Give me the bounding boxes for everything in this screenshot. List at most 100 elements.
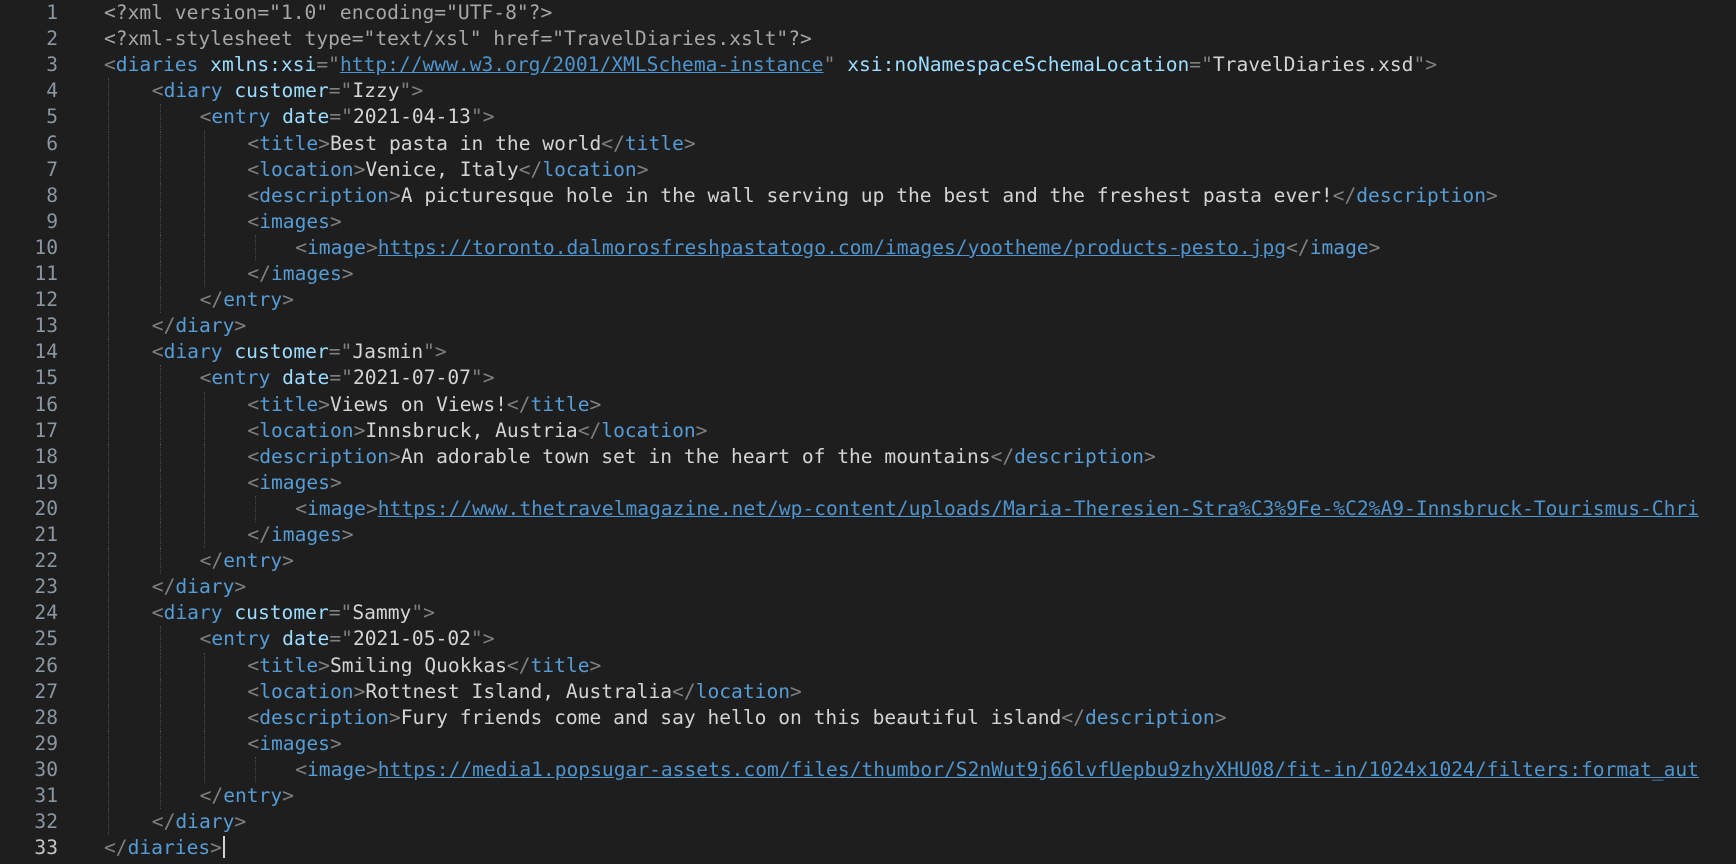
code-line[interactable]: 25 <entry date="2021-05-02">	[0, 626, 1736, 653]
attribute-value: Sammy	[352, 601, 412, 625]
tag-name: description	[1084, 705, 1215, 729]
code-line[interactable]: 15 <entry date="2021-07-07">	[0, 365, 1736, 392]
punctuation: >	[318, 131, 330, 155]
code-text: <image>https://www.thetravelmagazine.net…	[295, 496, 1718, 522]
code-line[interactable]: 10 <image>https://toronto.dalmorosfreshpa…	[0, 234, 1736, 261]
tag-name: diaries	[115, 53, 199, 77]
line-number: 14	[34, 340, 58, 364]
code-line[interactable]: 24 <diary customer="Sammy">	[0, 600, 1736, 627]
tag-name: images	[259, 209, 330, 233]
punctuation: <	[247, 209, 260, 233]
code-line[interactable]: 3 <diaries xmlns:xsi="http://www.w3.org/2…	[0, 52, 1736, 78]
line-number: 2	[46, 27, 58, 51]
indent-guide	[108, 339, 109, 366]
code-line[interactable]: 22 </entry>	[0, 548, 1736, 575]
code-line[interactable]: 1 <?xml version="1.0" encoding="UTF-8"?>	[0, 0, 1736, 26]
code-text: <diary customer="Izzy">	[152, 78, 1718, 104]
punctuation: >	[1368, 235, 1381, 259]
code-line[interactable]: 29 <images>	[0, 730, 1736, 757]
text-content: Fury friends come and say hello on this …	[400, 705, 1062, 729]
punctuation: ="	[1189, 53, 1213, 77]
code-text: <diary customer="Jasmin">	[152, 339, 1718, 365]
code-line[interactable]: 14 <diary customer="Jasmin">	[0, 339, 1736, 366]
code-editor[interactable]: 1 <?xml version="1.0" encoding="UTF-8"?> 2…	[0, 0, 1736, 864]
code-line[interactable]: 17 <location>Innsbruck, Austria</location…	[0, 417, 1736, 444]
line-number: 22	[34, 549, 58, 573]
punctuation: >	[341, 523, 354, 546]
tag-name: diary	[175, 314, 235, 338]
punctuation: ">	[470, 627, 495, 651]
code-line[interactable]: 16 <title>Views on Views!</title>	[0, 391, 1736, 418]
code-line[interactable]: 11 </images>	[0, 261, 1736, 287]
code-line[interactable]: 9 <images>	[0, 208, 1736, 235]
code-line[interactable]: 5 <entry date="2021-04-13">	[0, 104, 1736, 131]
code-line[interactable]: 6 <title>Best pasta in the world</title>	[0, 130, 1736, 157]
code-line[interactable]: 8 <description>A picturesque hole in the …	[0, 182, 1736, 209]
tag-name: images	[259, 470, 330, 494]
code-line[interactable]: 4 <diary customer="Izzy">	[0, 78, 1736, 105]
text-content	[270, 627, 282, 650]
code-text: </diary>	[152, 809, 1718, 835]
code-text: </images>	[247, 522, 1718, 548]
tag-name: description	[259, 705, 389, 729]
punctuation: >	[683, 131, 696, 155]
code-line[interactable]: 32 </diary>	[0, 809, 1736, 836]
code-line[interactable]: 7 <location>Venice, Italy</location>	[0, 156, 1736, 183]
code-line[interactable]: 33 </diaries>	[0, 835, 1736, 861]
punctuation: ="	[329, 627, 353, 651]
code-line[interactable]: 13 </diary>	[0, 313, 1736, 340]
code-text: <title>Best pasta in the world</title>	[247, 131, 1718, 157]
url-link[interactable]: https://media1.popsugar-assets.com/files…	[378, 758, 1699, 781]
punctuation: ="	[328, 340, 353, 364]
attribute-name: date	[282, 105, 330, 129]
punctuation: >	[282, 784, 294, 807]
punctuation: ">	[399, 79, 424, 103]
line-number: 28	[34, 705, 58, 729]
code-line[interactable]: 28 <description>Fury friends come and say…	[0, 704, 1736, 731]
punctuation: >	[341, 262, 354, 285]
code-text: </entry>	[200, 783, 1718, 809]
tag-name: image	[306, 757, 366, 781]
code-line[interactable]: 31 </entry>	[0, 783, 1736, 809]
code-line[interactable]: 20 <image>https://www.thetravelmagazine.n…	[0, 495, 1736, 522]
code-line[interactable]: 12 </entry>	[0, 287, 1736, 314]
punctuation: >	[329, 209, 342, 233]
text-content: Smiling Quokkas	[329, 653, 507, 677]
tag-name: entry	[211, 366, 271, 390]
punctuation: >	[282, 288, 294, 312]
code-line[interactable]: 30 <image>https://media1.popsugar-assets.…	[0, 756, 1736, 783]
url-link[interactable]: https://toronto.dalmorosfreshpastatogo.c…	[378, 236, 1286, 259]
tag-name: images	[259, 731, 330, 755]
code-line[interactable]: 2 <?xml-stylesheet type="text/xsl" href="…	[0, 26, 1736, 52]
indent-guide	[108, 261, 109, 287]
code-line[interactable]: 23 </diary>	[0, 574, 1736, 601]
text-content	[198, 53, 210, 76]
line-number: 6	[46, 131, 58, 155]
code-line[interactable]: 18 <description>An adorable town set in t…	[0, 443, 1736, 470]
indent-guide	[108, 104, 109, 131]
code-text: <location>Rottnest Island, Australia</lo…	[247, 679, 1718, 705]
line-number: 21	[34, 523, 58, 546]
line-number: 3	[46, 53, 58, 77]
line-number: 25	[34, 627, 58, 651]
code-line[interactable]: 27 <location>Rottnest Island, Australia</…	[0, 678, 1736, 705]
code-text: <images>	[247, 731, 1718, 757]
code-line[interactable]: 26 <title>Smiling Quokkas</title>	[0, 652, 1736, 679]
text-content	[835, 53, 847, 76]
punctuation: </	[1332, 183, 1357, 207]
punctuation: </	[506, 653, 531, 677]
line-number: 17	[34, 418, 58, 442]
indent-guide	[108, 783, 109, 809]
code-text: <entry date="2021-05-02">	[200, 626, 1718, 652]
line-number: 26	[34, 653, 58, 677]
url-link[interactable]: https://www.thetravelmagazine.net/wp-con…	[378, 497, 1699, 520]
code-text: </images>	[247, 261, 1718, 287]
code-line[interactable]: 21 </images>	[0, 522, 1736, 548]
indent-guide	[204, 756, 205, 783]
punctuation: <	[247, 444, 260, 468]
code-line[interactable]: 19 <images>	[0, 469, 1736, 496]
punctuation: >	[329, 731, 342, 755]
indent-guide	[108, 443, 109, 470]
url-link[interactable]: http://www.w3.org/2001/XMLSchema-instanc…	[340, 53, 824, 76]
indent-guide	[160, 417, 161, 444]
